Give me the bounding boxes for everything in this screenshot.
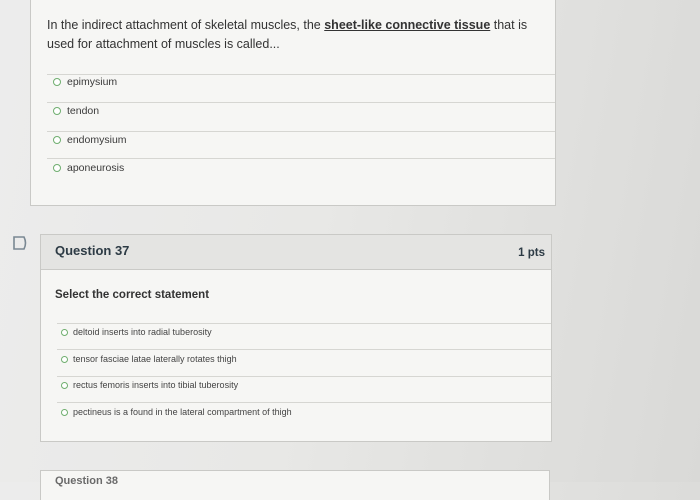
radio-button[interactable] (61, 381, 68, 389)
question-text-emphasis: sheet-like connective tissue (324, 18, 491, 32)
option-label: tensor fasciae latae laterally rotates t… (73, 354, 237, 364)
divider (47, 74, 555, 75)
divider (47, 158, 555, 159)
question-text: In the indirect attachment of skeletal m… (47, 16, 547, 54)
answer-option-pectineus[interactable]: pectineus is a found in the lateral comp… (61, 407, 292, 417)
question-title: Question 38 (55, 475, 118, 487)
divider (47, 102, 555, 103)
option-label: rectus femoris inserts into tibial tuber… (73, 380, 239, 390)
divider (57, 323, 551, 324)
question-card-37: Question 37 1 pts Select the correct sta… (40, 234, 552, 442)
question-prompt: Select the correct statement (55, 289, 210, 301)
question-header: Question 37 1 pts (41, 235, 551, 270)
answer-option-aponeurosis[interactable]: aponeurosis (53, 162, 124, 174)
answer-option-rectus-femoris[interactable]: rectus femoris inserts into tibial tuber… (61, 380, 238, 390)
question-card-38: Question 38 (40, 470, 550, 500)
radio-button[interactable] (61, 408, 68, 416)
answer-option-tendon[interactable]: tendon (53, 105, 99, 117)
radio-button[interactable] (53, 78, 61, 86)
radio-button[interactable] (53, 164, 61, 172)
divider (47, 131, 555, 132)
option-label: deltoid inserts into radial tuberosity (73, 327, 212, 337)
question-title: Question 37 (55, 243, 130, 258)
radio-button[interactable] (53, 107, 61, 115)
option-label: endomysium (67, 134, 127, 146)
divider (57, 402, 551, 403)
radio-button[interactable] (53, 136, 61, 144)
radio-button[interactable] (61, 355, 68, 363)
radio-button[interactable] (61, 328, 68, 336)
divider (57, 376, 551, 377)
flag-icon[interactable] (12, 236, 28, 250)
answer-option-epimysium[interactable]: epimysium (53, 76, 117, 88)
question-card-36: In the indirect attachment of skeletal m… (30, 0, 556, 206)
option-label: tendon (67, 105, 100, 117)
divider (57, 349, 551, 350)
answer-option-deltoid[interactable]: deltoid inserts into radial tuberosity (61, 327, 212, 337)
option-label: epimysium (67, 76, 118, 88)
question-text-part: In the indirect attachment of skeletal m… (47, 18, 325, 32)
option-label: pectineus is a found in the lateral comp… (73, 407, 292, 417)
answer-option-endomysium[interactable]: endomysium (53, 134, 127, 146)
answer-option-tensor-fasciae-latae[interactable]: tensor fasciae latae laterally rotates t… (61, 354, 237, 364)
question-points: 1 pts (518, 247, 545, 259)
option-label: aponeurosis (67, 162, 125, 174)
